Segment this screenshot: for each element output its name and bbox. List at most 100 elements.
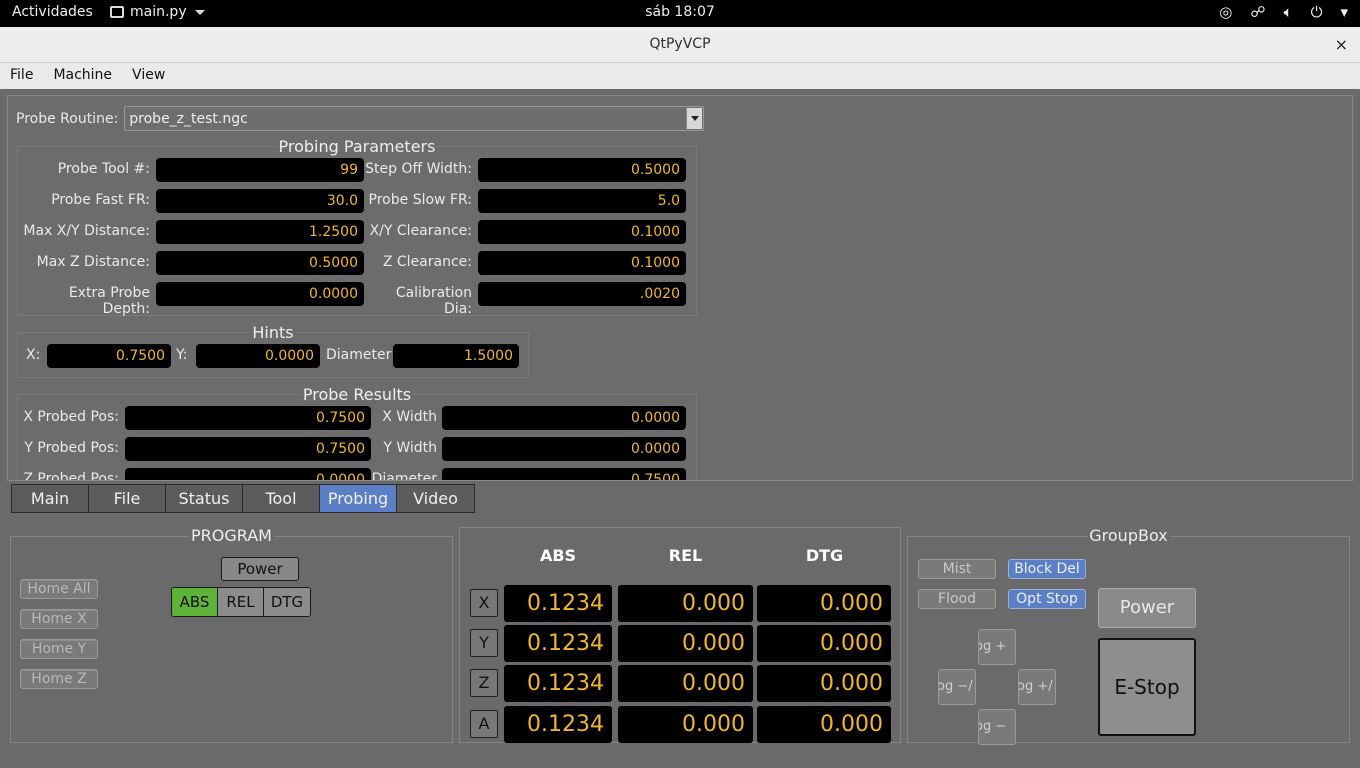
param-label: Probe Tool #: xyxy=(57,161,150,177)
extra-probe-depth-field[interactable]: 0.0000 xyxy=(156,282,364,306)
jog-down-button[interactable]: og − xyxy=(978,709,1016,745)
probe-fast-fr-field[interactable]: 30.0 xyxy=(156,189,364,213)
tab-video[interactable]: Video xyxy=(397,485,474,512)
home-z-button[interactable]: Home Z xyxy=(20,669,98,689)
mode-dtg-button[interactable]: DTG xyxy=(264,588,310,616)
probe-routine-row: Probe Routine: probe_z_test.ngc xyxy=(16,106,705,131)
param-label: Extra Probe Depth: xyxy=(68,285,150,317)
home-x-button[interactable]: Home X xyxy=(20,609,98,629)
probe-results-group: Probe Results X Probed Pos: 0.7500 X Wid… xyxy=(17,385,697,481)
probe-slow-fr-field[interactable]: 5.0 xyxy=(478,189,686,213)
dro-y-rel: 0.000 xyxy=(618,625,753,662)
tab-probing[interactable]: Probing xyxy=(320,485,397,512)
groupbox-title: GroupBox xyxy=(1087,526,1170,545)
home-all-button[interactable]: Home All xyxy=(20,579,98,599)
max-xy-distance-field[interactable]: 1.2500 xyxy=(156,220,364,244)
network-icon[interactable]: ☍ xyxy=(1250,3,1265,21)
block-del-toggle[interactable]: Block Del xyxy=(1008,559,1086,579)
volume-icon[interactable]: 🔈︎ xyxy=(1284,3,1293,21)
program-panel: PROGRAM Home All Home X Home Y Home Z Po… xyxy=(10,526,453,743)
accessibility-icon[interactable]: ◎ xyxy=(1219,3,1232,21)
dro-mode-selector: ABS REL DTG xyxy=(171,587,311,617)
y-probed-pos-field[interactable]: 0.7500 xyxy=(125,437,371,461)
tab-main[interactable]: Main xyxy=(12,485,89,512)
machine-power-button[interactable]: Power xyxy=(1098,588,1196,628)
mode-abs-button[interactable]: ABS xyxy=(172,588,218,616)
probe-routine-value: probe_z_test.ngc xyxy=(129,110,248,127)
dro-header-rel: REL xyxy=(668,546,703,565)
param-label: Calibration Dia: xyxy=(395,285,472,317)
opt-stop-toggle[interactable]: Opt Stop xyxy=(1008,589,1086,609)
home-y-button[interactable]: Home Y xyxy=(20,639,98,659)
dro-header-dtg: DTG xyxy=(805,546,844,565)
x-width-field[interactable]: 0.0000 xyxy=(442,406,686,430)
dro-a-dtg: 0.000 xyxy=(757,706,891,743)
menu-file[interactable]: File xyxy=(0,63,43,89)
jog-left-button[interactable]: og −/ xyxy=(938,669,976,705)
menu-view[interactable]: View xyxy=(122,63,175,89)
mode-rel-button[interactable]: REL xyxy=(218,588,264,616)
param-label: Z Clearance: xyxy=(382,254,472,270)
result-label: Y Width xyxy=(383,440,437,456)
hint-diameter-field[interactable]: 1.5000 xyxy=(393,344,519,368)
close-icon[interactable]: × xyxy=(1335,27,1348,62)
mist-toggle[interactable]: Mist xyxy=(918,559,996,579)
dro-a-rel: 0.000 xyxy=(618,706,753,743)
hint-label: X: xyxy=(26,347,41,363)
axis-x-button[interactable]: X xyxy=(470,589,498,617)
chevron-down-icon[interactable] xyxy=(686,108,703,129)
power-icon[interactable]: ⏻ xyxy=(1311,3,1323,21)
hint-x-field[interactable]: 0.7500 xyxy=(47,344,171,368)
clock[interactable]: sáb 18:07 xyxy=(0,4,1360,20)
chevron-down-icon[interactable]: ▾ xyxy=(1340,3,1348,21)
axis-a-button[interactable]: A xyxy=(470,710,498,738)
dro-header-abs: ABS xyxy=(539,546,577,565)
result-label: Z Probed Pos: xyxy=(23,471,119,481)
calibration-dia-field[interactable]: .0020 xyxy=(478,282,686,306)
result-label: X Probed Pos: xyxy=(23,409,119,425)
tab-file[interactable]: File xyxy=(89,485,166,512)
max-z-distance-field[interactable]: 0.5000 xyxy=(156,251,364,275)
param-label: Step Off Width: xyxy=(365,161,472,177)
probe-routine-select[interactable]: probe_z_test.ngc xyxy=(124,106,705,131)
program-title: PROGRAM xyxy=(189,526,274,545)
jog-up-button[interactable]: og + xyxy=(978,629,1016,665)
param-label: X/Y Clearance: xyxy=(369,223,472,239)
param-label: Max X/Y Distance: xyxy=(23,223,150,239)
step-off-width-field[interactable]: 0.5000 xyxy=(478,158,686,182)
dro-z-dtg: 0.000 xyxy=(757,665,891,702)
z-clearance-field[interactable]: 0.1000 xyxy=(478,251,686,275)
x-probed-pos-field[interactable]: 0.7500 xyxy=(125,406,371,430)
dro-z-rel: 0.000 xyxy=(618,665,753,702)
param-label: Probe Slow FR: xyxy=(368,192,472,208)
jog-right-button[interactable]: og +/ xyxy=(1018,669,1056,705)
tab-status[interactable]: Status xyxy=(166,485,243,512)
y-width-field[interactable]: 0.0000 xyxy=(442,437,686,461)
axis-y-button[interactable]: Y xyxy=(470,629,498,657)
probe-routine-label: Probe Routine: xyxy=(16,110,119,127)
groupbox-panel: GroupBox Mist Block Del Flood Opt Stop P… xyxy=(907,526,1350,745)
menu-machine[interactable]: Machine xyxy=(43,63,122,89)
hints-title: Hints xyxy=(250,323,296,342)
main-tabs: Main File Status Tool Probing Video xyxy=(11,484,475,513)
dro-x-rel: 0.000 xyxy=(618,585,753,622)
result-label: Diameter xyxy=(371,471,437,481)
probing-parameters-title: Probing Parameters xyxy=(276,137,438,156)
hints-group: Hints X: 0.7500 Y: 0.0000 Diameter 1.500… xyxy=(17,323,529,378)
dro-panel: ABS REL DTG X 0.1234 0.000 0.000 Y 0.123… xyxy=(459,527,901,743)
axis-z-button[interactable]: Z xyxy=(470,669,498,697)
system-tray[interactable]: ◎ ☍ 🔈︎ ⏻ ▾ xyxy=(1219,3,1348,21)
probe-results-title: Probe Results xyxy=(300,385,414,404)
estop-button[interactable]: E-Stop xyxy=(1098,638,1196,736)
hint-y-field[interactable]: 0.0000 xyxy=(196,344,320,368)
program-power-button[interactable]: Power xyxy=(221,557,299,581)
dro-x-abs: 0.1234 xyxy=(504,585,612,622)
z-probed-pos-field[interactable]: 0.0000 xyxy=(125,468,371,480)
tab-tool[interactable]: Tool xyxy=(243,485,320,512)
diameter-field[interactable]: 0.7500 xyxy=(442,468,686,480)
flood-toggle[interactable]: Flood xyxy=(918,589,996,609)
probe-tool-field[interactable]: 99 xyxy=(156,158,364,182)
hint-label: Diameter xyxy=(326,347,392,363)
result-label: X Width xyxy=(382,409,437,425)
xy-clearance-field[interactable]: 0.1000 xyxy=(478,220,686,244)
